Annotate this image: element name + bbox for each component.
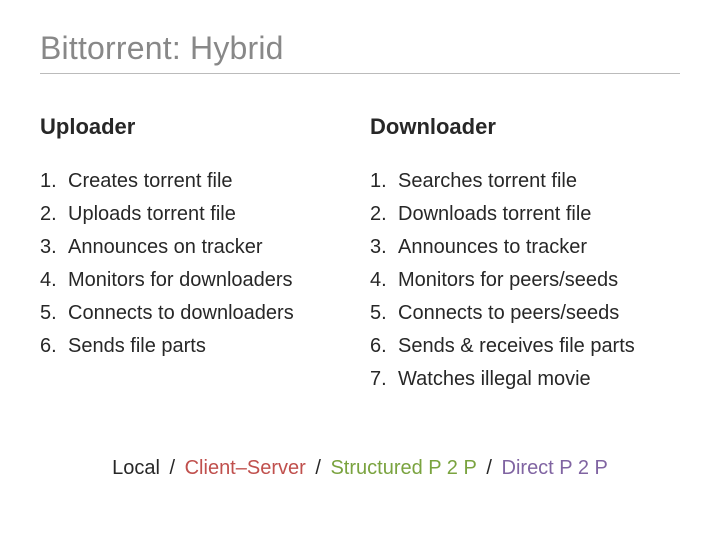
list-item: Creates torrent file: [40, 168, 350, 195]
footer-part-direct-p2p: Direct P 2 P: [502, 457, 608, 479]
footer-classification: Local / Client–Server / Structured P 2 P…: [0, 457, 720, 480]
list-item: Uploads torrent file: [40, 201, 350, 228]
slide-title: Bittorrent: Hybrid: [40, 30, 680, 67]
list-item: Sends file parts: [40, 333, 350, 360]
footer-separator: /: [481, 457, 498, 479]
footer-part-local: Local: [112, 457, 160, 479]
footer-part-structured-p2p: Structured P 2 P: [330, 457, 476, 479]
list-item: Downloads torrent file: [370, 201, 680, 228]
uploader-column: Uploader Creates torrent file Uploads to…: [40, 114, 350, 399]
list-item: Connects to downloaders: [40, 300, 350, 327]
list-item: Monitors for downloaders: [40, 267, 350, 294]
slide: Bittorrent: Hybrid Uploader Creates torr…: [0, 0, 720, 540]
columns: Uploader Creates torrent file Uploads to…: [40, 114, 680, 399]
list-item: Monitors for peers/seeds: [370, 267, 680, 294]
footer-part-client-server: Client–Server: [185, 457, 306, 479]
uploader-heading: Uploader: [40, 114, 350, 140]
footer-separator: /: [164, 457, 181, 479]
list-item: Announces to tracker: [370, 234, 680, 261]
list-item: Sends & receives file parts: [370, 333, 680, 360]
downloader-heading: Downloader: [370, 114, 680, 140]
list-item: Connects to peers/seeds: [370, 300, 680, 327]
downloader-column: Downloader Searches torrent file Downloa…: [370, 114, 680, 399]
list-item: Watches illegal movie: [370, 366, 680, 393]
footer-separator: /: [310, 457, 327, 479]
list-item: Announces on tracker: [40, 234, 350, 261]
downloader-list: Searches torrent file Downloads torrent …: [370, 168, 680, 393]
uploader-list: Creates torrent file Uploads torrent fil…: [40, 168, 350, 360]
title-underline: [40, 73, 680, 74]
list-item: Searches torrent file: [370, 168, 680, 195]
